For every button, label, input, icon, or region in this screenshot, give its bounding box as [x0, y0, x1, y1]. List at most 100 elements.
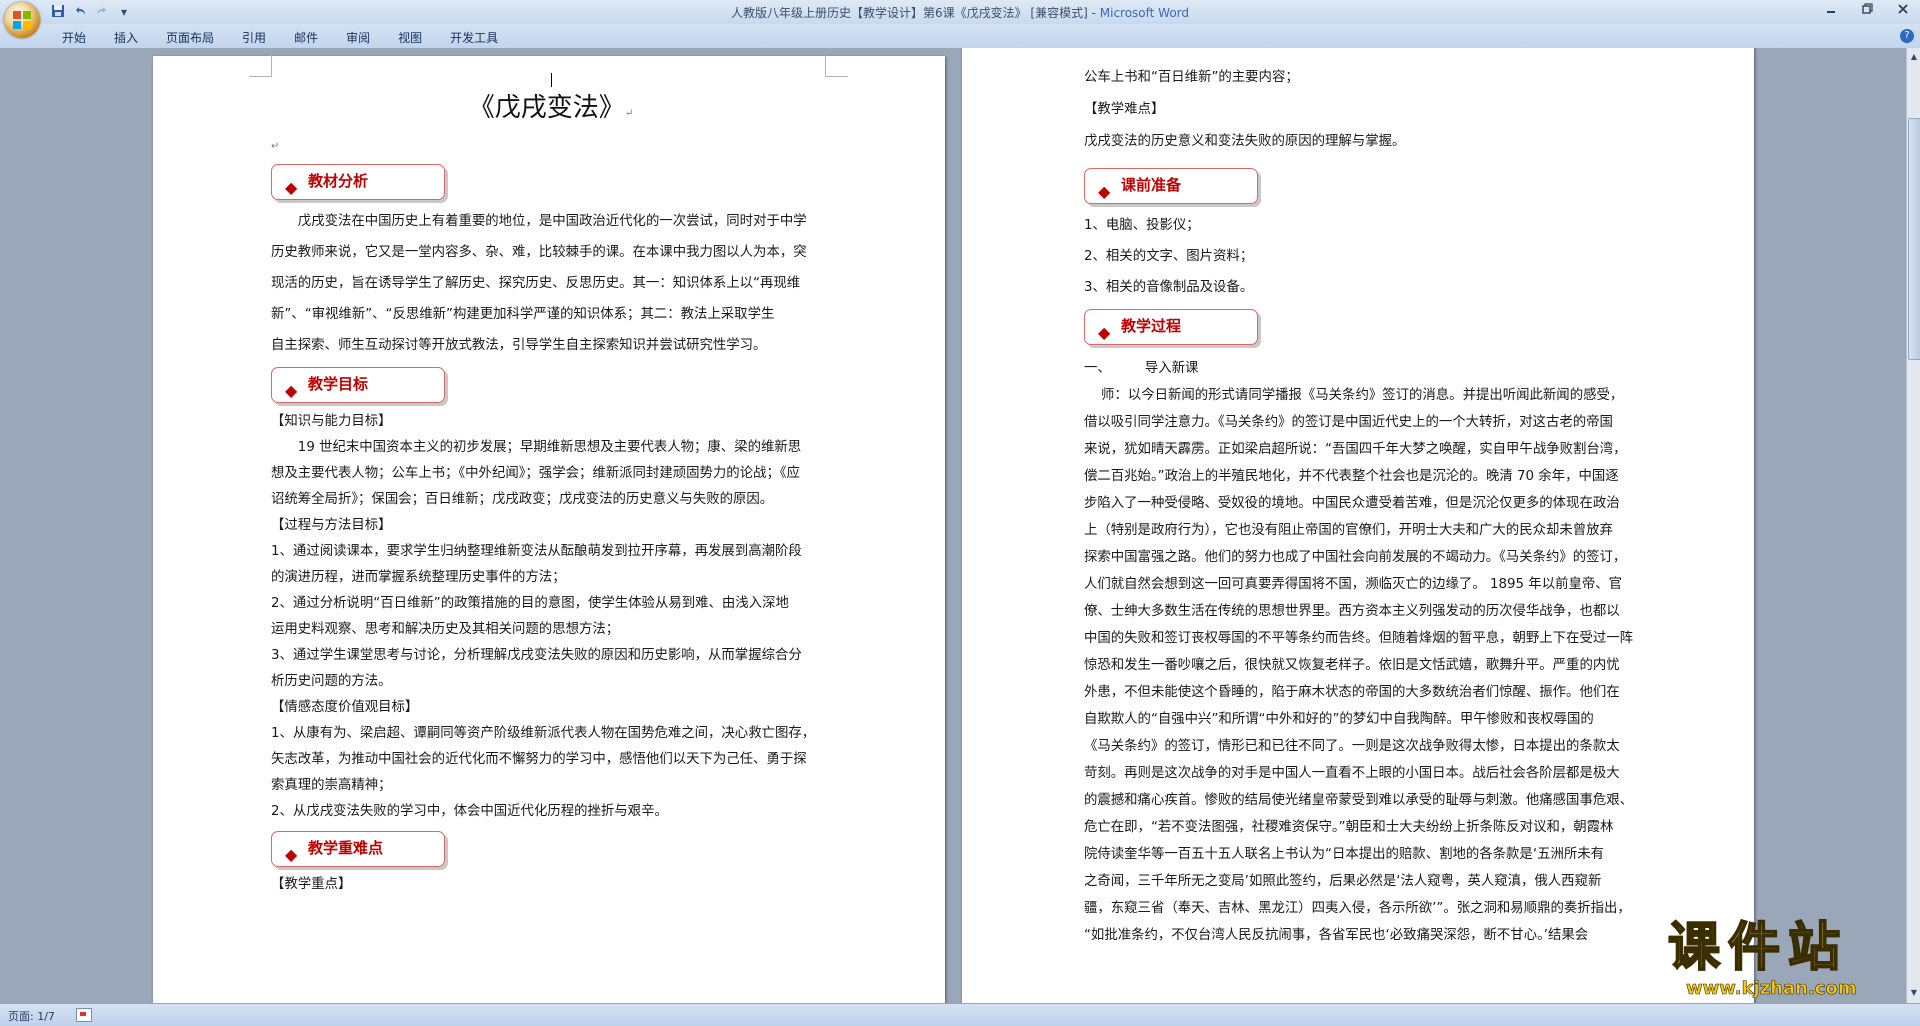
text-line: 自欺欺人的“自强中兴”和所谓“中外和好的”的梦幻中自我陶醉。甲午惨败和丧权辱国的: [1084, 712, 1594, 727]
text-line: 中国的失败和签订丧权辱国的不平等条约而告终。但随着烽烟的暂平息，朝野上下在受过一…: [1084, 631, 1634, 646]
text-line: 借以吸引同学注意力。《马关条约》的签订是中国近代史上的一个大转折，对这古老的帝国: [1084, 415, 1613, 430]
page-2[interactable]: 公车上书和“百日维新”的主要内容； 【教学难点】 戊戌变法的历史意义和变法失败的…: [962, 48, 1754, 1003]
preparation-list: 1、电脑、投影仪； 2、相关的文字、图片资料； 3、相关的音像制品及设备。: [1084, 210, 1644, 303]
text-line: “如批准条约，不仅台湾人民反抗闹事，各省军民也‘必致痛哭深怨，断不甘心。’结果会: [1084, 928, 1589, 943]
text-line: 危亡在即，“若不变法图强，社稷难资保守。”朝臣和士大夫纷纷上折条陈反对议和，朝霞…: [1084, 820, 1614, 835]
list-item: 3、相关的音像制品及设备。: [1084, 280, 1254, 295]
title-bar: ▾ 人教版八年级上册历史【教学设计】第6课《戊戌变法》 [兼容模式] - Mic…: [0, 0, 1920, 38]
text-line: 《马关条约》的签订，情形已和已往不同了。一则是这次战争败得太惨，日本提出的条款太: [1084, 739, 1620, 754]
tab-mailings[interactable]: 邮件: [282, 28, 334, 48]
text-line: 新”、“审视维新”、“反思维新”构建更加科学严谨的知识体系；其二：教法上采取学生: [271, 307, 775, 322]
text-line: 探索中国富强之路。他们的努力也成了中国社会向前发展的不竭动力。《马关条约》的签订…: [1084, 550, 1627, 565]
office-button[interactable]: [4, 2, 40, 38]
diamond-icon: ◆: [1098, 323, 1111, 342]
text-line: 2、通过分析说明“百日维新”的政策措施的目的意图，使学生体验从易到难、由浅入深地: [271, 596, 789, 611]
tab-references[interactable]: 引用: [230, 28, 282, 48]
window-title: 人教版八年级上册历史【教学设计】第6课《戊戌变法》 [兼容模式] - Micro…: [0, 4, 1920, 21]
text-line: 戊戌变法在中国历史上有着重要的地位，是中国政治近代化的一次尝试，同时对于中学: [297, 214, 807, 229]
close-icon[interactable]: [1892, 2, 1914, 20]
text-line: 公车上书和“百日维新”的主要内容；: [1084, 70, 1299, 85]
text-line: 惊恐和发生一番吵嚷之后，很快就又恢复老样子。依旧是文恬武嬉，歌舞升平。严重的内忧: [1084, 658, 1620, 673]
watermark-text: 课件站: [1667, 917, 1849, 979]
tab-developer[interactable]: 开发工具: [438, 28, 514, 48]
diamond-icon: ◆: [285, 178, 298, 197]
text-line: 想及主要代表人物；公车上书；《中外纪闻》；强学会；维新派同封建顽固势力的论战；《…: [271, 466, 800, 481]
text-line: 之奇闻，三千年所无之变局’如照此签约，后果必然是‘法人窥粤，英人窥滇，俄人西窥新: [1084, 874, 1602, 889]
scrollbar-thumb[interactable]: [1908, 118, 1920, 360]
text-line: 19 世纪末中国资本主义的初步发展；早期维新思想及主要代表人物；康、梁的维新思: [297, 440, 802, 455]
page-1[interactable]: 《戊戌变法》↵ ↵ ◆ 教材分析 戊戌变法在中国历史上有着重要的地位，是中国政治…: [153, 54, 945, 1003]
section-header-textbook: ◆ 教材分析: [271, 164, 445, 200]
text-line: 上（特别是政府行为），它也没有阻止帝国的官僚们，开明士大夫和广大的民众却未曾放弃: [1084, 523, 1613, 538]
watermark: 课件站 www.kjzhan.com: [1667, 917, 1908, 1006]
text-line: 诏统筹全局折》；保国会；百日维新；戊戌政变；戊戌变法的历史意义与失败的原因。: [271, 492, 774, 507]
document-heading: 《戊戌变法》↵: [468, 93, 634, 123]
section-label: 教学目标: [308, 375, 369, 393]
diamond-icon: ◆: [285, 381, 298, 400]
scroll-down-icon[interactable]: ▼: [1908, 986, 1920, 1000]
tab-insert[interactable]: 插入: [102, 28, 154, 48]
window-controls: [1820, 2, 1914, 20]
text-line: 院侍读奎华等一百五十五人联名上书认为“日本提出的赔款、割地的各条款是‘五洲所未有: [1084, 847, 1605, 862]
text-line: 2、从戊戌变法失败的学习中，体会中国近代化历程的挫折与艰辛。: [271, 804, 668, 819]
page-indicator[interactable]: 页面: 1/7: [8, 1008, 55, 1024]
document-area[interactable]: 《戊戌变法》↵ ↵ ◆ 教材分析 戊戌变法在中国历史上有着重要的地位，是中国政治…: [0, 48, 1906, 1003]
text-line: 的演进历程，进而掌握系统整理历史事件的方法；: [271, 570, 566, 585]
text-line: 历史教师来说，它又是一堂内容多、杂、难，比较棘手的课。在本课中我力图以人为本，突: [271, 245, 807, 260]
para-textbook-analysis: 戊戌变法在中国历史上有着重要的地位，是中国政治近代化的一次尝试，同时对于中学 历…: [271, 206, 831, 361]
section-label: 课前准备: [1121, 176, 1182, 194]
text-line: 僚、士绅大多数生活在传统的思想世界里。西方资本主义列强发动的历次侵华战争，也都以: [1084, 604, 1620, 619]
minimize-icon[interactable]: [1820, 2, 1842, 20]
text-line: 外患，不但未能使这个昏睡的，陷于麻木状态的帝国的大多数统治者们惊醒、振作。他们在: [1084, 685, 1620, 700]
text-line: 的震撼和痛心疾首。惨败的结局使光绪皇帝蒙受到难以承受的耻辱与刺激。他痛感国事危艰…: [1084, 793, 1634, 808]
section-label: 教材分析: [308, 172, 369, 190]
page-2-body: 公车上书和“百日维新”的主要内容； 【教学难点】 戊戌变法的历史意义和变法失败的…: [1084, 62, 1644, 949]
list-item: 1、电脑、投影仪；: [1084, 218, 1200, 233]
watermark-url: www.kjzhan.com: [1686, 978, 1857, 1000]
text-line: 苛刻。再则是这次战争的对手是中国人一直看不上眼的小国日本。战后社会各阶层都是极大: [1084, 766, 1620, 781]
list-item: 2、相关的文字、图片资料；: [1084, 249, 1254, 264]
tab-review[interactable]: 审阅: [334, 28, 386, 48]
text-cursor: [271, 68, 831, 87]
process-body: 一、 导入新课 师：以今日新闻的形式请同学播报《马关条约》签订的消息。并提出听闻…: [1084, 355, 1644, 949]
text-line: 1、通过阅读课本，要求学生归纳整理维新变法从酝酿萌发到拉开序幕，再发展到高潮阶段: [271, 544, 802, 559]
text-line: 3、通过学生课堂思考与讨论，分析理解戊戌变法失败的原因和历史影响，从而掌握综合分: [271, 648, 802, 663]
text-line: 人们就自然会想到这一回可真要弄得国将不国，濒临灭亡的边缘了。 1895 年以前皇…: [1084, 577, 1623, 592]
ribbon-tabs: 开始 插入 页面布局 引用 邮件 审阅 视图 开发工具: [50, 28, 514, 48]
office-logo-icon: [13, 11, 31, 29]
ribbon-tabs-bar: 开始 插入 页面布局 引用 邮件 审阅 视图 开发工具 ?: [0, 24, 1920, 49]
document-title: 人教版八年级上册历史【教学设计】第6课《戊戌变法》 [兼容模式] -: [730, 6, 1100, 20]
section-header-goals: ◆ 教学目标: [271, 367, 445, 403]
section-header-process: ◆ 教学过程: [1084, 309, 1258, 345]
subheading: 【教学难点】: [1084, 102, 1165, 117]
page-title: 《戊戌变法》: [468, 93, 625, 123]
section-label: 教学过程: [1121, 317, 1182, 335]
goals-block: 【知识与能力目标】 19 世纪末中国资本主义的初步发展；早期维新思想及主要代表人…: [271, 409, 831, 825]
section-label: 教学重难点: [308, 839, 384, 857]
tab-page-layout[interactable]: 页面布局: [154, 28, 230, 48]
section-header-key-points: ◆ 教学重难点: [271, 831, 445, 867]
subheading: 【知识与能力目标】: [271, 414, 392, 429]
diamond-icon: ◆: [285, 845, 298, 864]
subheading: 【过程与方法目标】: [271, 518, 392, 533]
proofing-icon[interactable]: [76, 1008, 92, 1022]
text-line: 1、从康有为、梁启超、谭嗣同等资产阶级维新派代表人物在国势危难之间，决心救亡图存…: [271, 726, 816, 741]
page-2-top: 公车上书和“百日维新”的主要内容； 【教学难点】 戊戌变法的历史意义和变法失败的…: [1084, 62, 1644, 158]
text-line: 索真理的崇高精神；: [271, 778, 392, 793]
tab-view[interactable]: 视图: [386, 28, 438, 48]
text-line: 矢志改革，为推动中国社会的近代化而不懈努力的学习中，感悟他们以天下为己任、勇于探: [271, 752, 807, 767]
text-line: 析历史问题的方法。: [271, 674, 392, 689]
tab-home[interactable]: 开始: [50, 28, 102, 48]
section-header-preparation: ◆ 课前准备: [1084, 168, 1258, 204]
subheading: 【情感态度价值观目标】: [271, 700, 419, 715]
scroll-up-icon[interactable]: ▲: [1908, 50, 1920, 64]
text-line: 运用史料观察、思考和解决历史及其相关问题的思想方法；: [271, 622, 620, 637]
restore-icon[interactable]: [1856, 2, 1878, 20]
diamond-icon: ◆: [1098, 182, 1111, 201]
text-line: 步陷入了一种受侵略、受奴役的境地。中国民众遭受着苦难，但是沉沦仅更多的体现在政治: [1084, 496, 1620, 511]
help-icon[interactable]: ?: [1900, 29, 1914, 43]
step-heading: 一、 导入新课: [1084, 361, 1199, 376]
crop-mark: [249, 54, 272, 77]
vertical-scrollbar[interactable]: ▲ ▼: [1906, 48, 1920, 1003]
text-line: 偿二百兆始。”政治上的半殖民地化，并不代表整个社会也是沉沦的。晚清 70 余年，…: [1084, 469, 1619, 484]
